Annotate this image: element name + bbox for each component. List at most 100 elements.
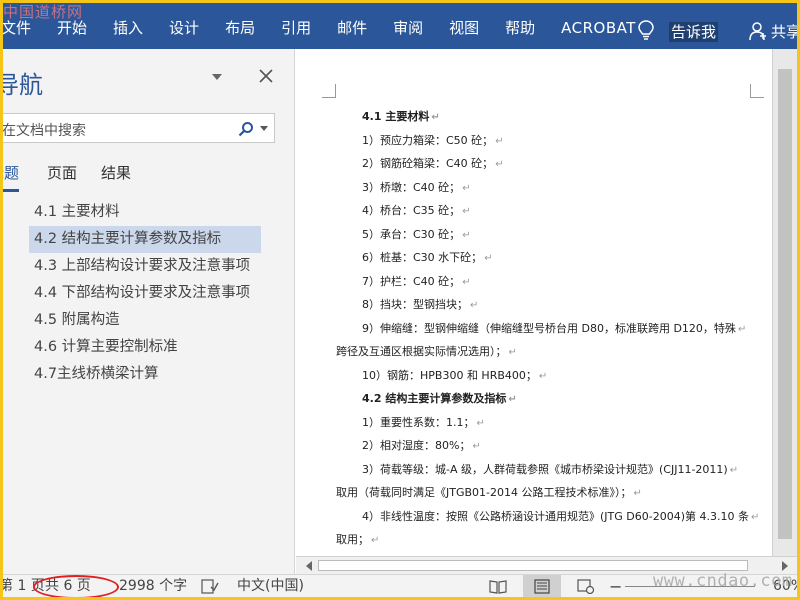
tab-layout[interactable]: 布局 bbox=[212, 3, 268, 49]
doc-line-text: 取用（荷载同时满足《JTGB01-2014 公路工程技术标准》）； bbox=[336, 486, 632, 499]
doc-paragraph[interactable]: 跨径及互通区根据实际情况选用）； ↵ bbox=[336, 340, 756, 364]
doc-paragraph[interactable]: 7）护栏：C40 砼； ↵ bbox=[336, 270, 756, 294]
doc-paragraph[interactable]: 6）桩基：C30 水下砼； ↵ bbox=[336, 246, 756, 270]
language-indicator[interactable]: 中文(中国) bbox=[237, 575, 304, 597]
paragraph-mark-icon: ↵ bbox=[729, 464, 739, 476]
scroll-right-arrow-icon[interactable] bbox=[782, 561, 788, 571]
zoom-out-button[interactable]: − bbox=[609, 575, 622, 597]
search-options-chevron-icon[interactable] bbox=[260, 126, 268, 132]
doc-line-text: 4.1 主要材料 bbox=[362, 110, 430, 123]
doc-paragraph[interactable]: 4）非线性温度：按照《公路桥涵设计通用规范》(JTG D60-2004)第 4.… bbox=[336, 505, 759, 529]
doc-line-text: 6）桩基：C30 水下砼； bbox=[362, 251, 483, 264]
heading-item[interactable]: 4.5 附属构造 bbox=[29, 307, 261, 334]
doc-heading[interactable]: 4.2 结构主要计算参数及指标 ↵ bbox=[336, 387, 756, 411]
tell-me-search[interactable]: 告诉我 bbox=[669, 22, 719, 42]
document-body[interactable]: 4.1 主要材料 ↵ 1）预应力箱梁：C50 砼； ↵ 2）钢筋砼箱梁：C40 砼； ↵ 3… bbox=[336, 105, 759, 556]
doc-heading[interactable]: 4.1 主要材料 ↵ bbox=[336, 105, 756, 129]
paragraph-mark-icon: ↵ bbox=[431, 112, 440, 123]
heading-item[interactable]: 4.7主线桥横梁计算 bbox=[29, 361, 261, 388]
scroll-left-arrow-icon[interactable] bbox=[306, 561, 312, 571]
doc-paragraph[interactable]: 3）荷载等级：城-A 级，人群荷载参照《城市桥梁设计规范》(CJJ11-2011… bbox=[336, 458, 756, 482]
paragraph-mark-icon: ↵ bbox=[495, 159, 504, 170]
tab-design[interactable]: 设计 bbox=[156, 3, 212, 49]
doc-line-text: 2）相对湿度：80%； bbox=[362, 439, 471, 452]
paragraph-mark-icon: ↵ bbox=[538, 370, 548, 382]
person-icon[interactable] bbox=[749, 21, 767, 41]
word-window: 文件 开始 插入 设计 布局 引用 邮件 审阅 视图 帮助 ACROBAT 告诉… bbox=[3, 3, 797, 597]
doc-line-text: 取用； bbox=[336, 533, 369, 546]
print-layout-icon[interactable] bbox=[533, 579, 551, 594]
tab-results[interactable]: 结果 bbox=[101, 161, 131, 185]
highlight-oval bbox=[33, 575, 119, 597]
doc-paragraph[interactable]: 2）钢筋砼箱梁：C40 砼； ↵ bbox=[336, 152, 756, 176]
doc-line-text: 3）荷载等级：城-A 级，人群荷载参照《城市桥梁设计规范》(CJJ11-2011… bbox=[362, 462, 728, 476]
paragraph-mark-icon: ↵ bbox=[462, 229, 471, 241]
navigation-pane: 导航 在文档中搜索 标题 页面 结果 4.1 主要材料 4.2 结构主要计算 bbox=[3, 49, 295, 574]
doc-paragraph[interactable]: 10）钢筋：HPB300 和 HRB400； ↵ bbox=[336, 364, 756, 388]
doc-line-text: 跨径及互通区根据实际情况选用）； bbox=[336, 345, 507, 358]
paragraph-mark-icon: ↵ bbox=[462, 182, 471, 194]
search-icon[interactable] bbox=[238, 121, 254, 137]
doc-line-text: 4）非线性温度：按照《公路桥涵设计通用规范》(JTG D60-2004)第 4.… bbox=[362, 509, 749, 523]
doc-paragraph[interactable]: 1）重要性系数：1.1； ↵ bbox=[336, 411, 756, 435]
tab-view[interactable]: 视图 bbox=[436, 3, 492, 49]
paragraph-mark-icon: ↵ bbox=[508, 394, 517, 405]
doc-paragraph[interactable]: 1）预应力箱梁：C50 砼； ↵ bbox=[336, 129, 756, 153]
document-area: 4.1 主要材料 ↵ 1）预应力箱梁：C50 砼； ↵ 2）钢筋砼箱梁：C40 砼； ↵ 3… bbox=[296, 49, 797, 574]
ribbon-tabs: 文件 开始 插入 设计 布局 引用 邮件 审阅 视图 帮助 ACROBAT bbox=[3, 3, 649, 49]
doc-paragraph[interactable]: 取用（荷载同时满足《JTGB01-2014 公路工程技术标准》）； ↵ bbox=[336, 481, 756, 505]
paragraph-mark-icon: ↵ bbox=[462, 206, 471, 217]
vertical-scrollbar[interactable] bbox=[772, 49, 797, 556]
share-button[interactable]: 共享 bbox=[771, 22, 797, 42]
doc-line-text: 2）钢筋砼箱梁：C40 砼； bbox=[362, 157, 494, 170]
doc-line-text: 7）护栏：C40 砼； bbox=[362, 274, 461, 288]
word-count[interactable]: 2998 个字 bbox=[119, 575, 187, 597]
heading-list: 4.1 主要材料 4.2 结构主要计算参数及指标 4.3 上部结构设计要求及注意… bbox=[29, 199, 261, 388]
heading-item[interactable]: 4.1 主要材料 bbox=[29, 199, 261, 226]
paragraph-mark-icon: ↵ bbox=[484, 253, 493, 264]
doc-line-text: 9）伸缩缝：型钢伸缩缝（伸缩缝型号桥台用 D80，标准联跨用 D120，特殊 bbox=[362, 321, 736, 335]
heading-item[interactable]: 4.3 上部结构设计要求及注意事项 bbox=[29, 253, 261, 280]
paragraph-mark-icon: ↵ bbox=[737, 323, 747, 335]
web-layout-icon[interactable] bbox=[577, 579, 595, 594]
document-page[interactable]: 4.1 主要材料 ↵ 1）预应力箱梁：C50 砼； ↵ 2）钢筋砼箱梁：C40 砼； ↵ 3… bbox=[296, 49, 772, 556]
tab-help[interactable]: 帮助 bbox=[492, 3, 548, 49]
proofing-icon[interactable] bbox=[201, 579, 219, 594]
tab-headings[interactable]: 标题 bbox=[3, 161, 19, 185]
tab-acrobat[interactable]: ACROBAT bbox=[548, 3, 649, 49]
paragraph-mark-icon: ↵ bbox=[371, 535, 380, 546]
crop-mark bbox=[322, 84, 336, 98]
tab-mailings[interactable]: 邮件 bbox=[324, 3, 380, 49]
chevron-down-icon[interactable] bbox=[211, 73, 223, 81]
doc-paragraph[interactable]: 4）桥台：C35 砼； ↵ bbox=[336, 199, 756, 223]
vertical-scroll-thumb[interactable] bbox=[778, 69, 792, 539]
doc-paragraph[interactable]: 取用； ↵ bbox=[336, 528, 756, 552]
tab-review[interactable]: 审阅 bbox=[380, 3, 436, 49]
doc-line-text: 4）桥台：C35 砼； bbox=[362, 204, 461, 217]
ribbon-bar: 文件 开始 插入 设计 布局 引用 邮件 审阅 视图 帮助 ACROBAT 告诉… bbox=[3, 3, 797, 49]
paragraph-mark-icon: ↵ bbox=[508, 347, 517, 358]
heading-item[interactable]: 4.4 下部结构设计要求及注意事项 bbox=[29, 280, 261, 307]
nav-search-input[interactable]: 在文档中搜索 bbox=[3, 113, 275, 143]
lightbulb-icon[interactable] bbox=[637, 19, 655, 41]
doc-paragraph[interactable]: 2）相对湿度：80%； ↵ bbox=[336, 434, 756, 458]
doc-line-text: 10）钢筋：HPB300 和 HRB400； bbox=[362, 368, 537, 382]
read-mode-icon[interactable] bbox=[489, 579, 507, 594]
doc-paragraph[interactable]: 3）桥墩：C40 砼； ↵ bbox=[336, 176, 756, 200]
tab-insert[interactable]: 插入 bbox=[100, 3, 156, 49]
heading-item[interactable]: 4.6 计算主要控制标准 bbox=[29, 334, 261, 361]
watermark-bottom: www.cndao.com bbox=[653, 571, 793, 591]
watermark-top: 中国道桥网 bbox=[3, 3, 84, 21]
tab-references[interactable]: 引用 bbox=[268, 3, 324, 49]
doc-paragraph[interactable]: 5）承台：C30 砼； ↵ bbox=[336, 223, 756, 247]
horizontal-scroll-thumb[interactable] bbox=[318, 560, 748, 571]
doc-line-text: 1）重要性系数：1.1； bbox=[362, 415, 475, 429]
paragraph-mark-icon: ↵ bbox=[470, 300, 479, 311]
heading-item-selected[interactable]: 4.2 结构主要计算参数及指标 bbox=[29, 226, 261, 253]
close-icon[interactable] bbox=[259, 69, 273, 83]
tab-pages[interactable]: 页面 bbox=[47, 161, 77, 185]
search-placeholder: 在文档中搜索 bbox=[3, 123, 86, 139]
doc-paragraph[interactable]: 8）挡块：型钢挡块； ↵ bbox=[336, 293, 756, 317]
doc-paragraph[interactable]: 9）伸缩缝：型钢伸缩缝（伸缩缝型号桥台用 D80，标准联跨用 D120，特殊 ↵ bbox=[336, 317, 756, 341]
doc-line-text: 8）挡块：型钢挡块； bbox=[362, 298, 468, 311]
